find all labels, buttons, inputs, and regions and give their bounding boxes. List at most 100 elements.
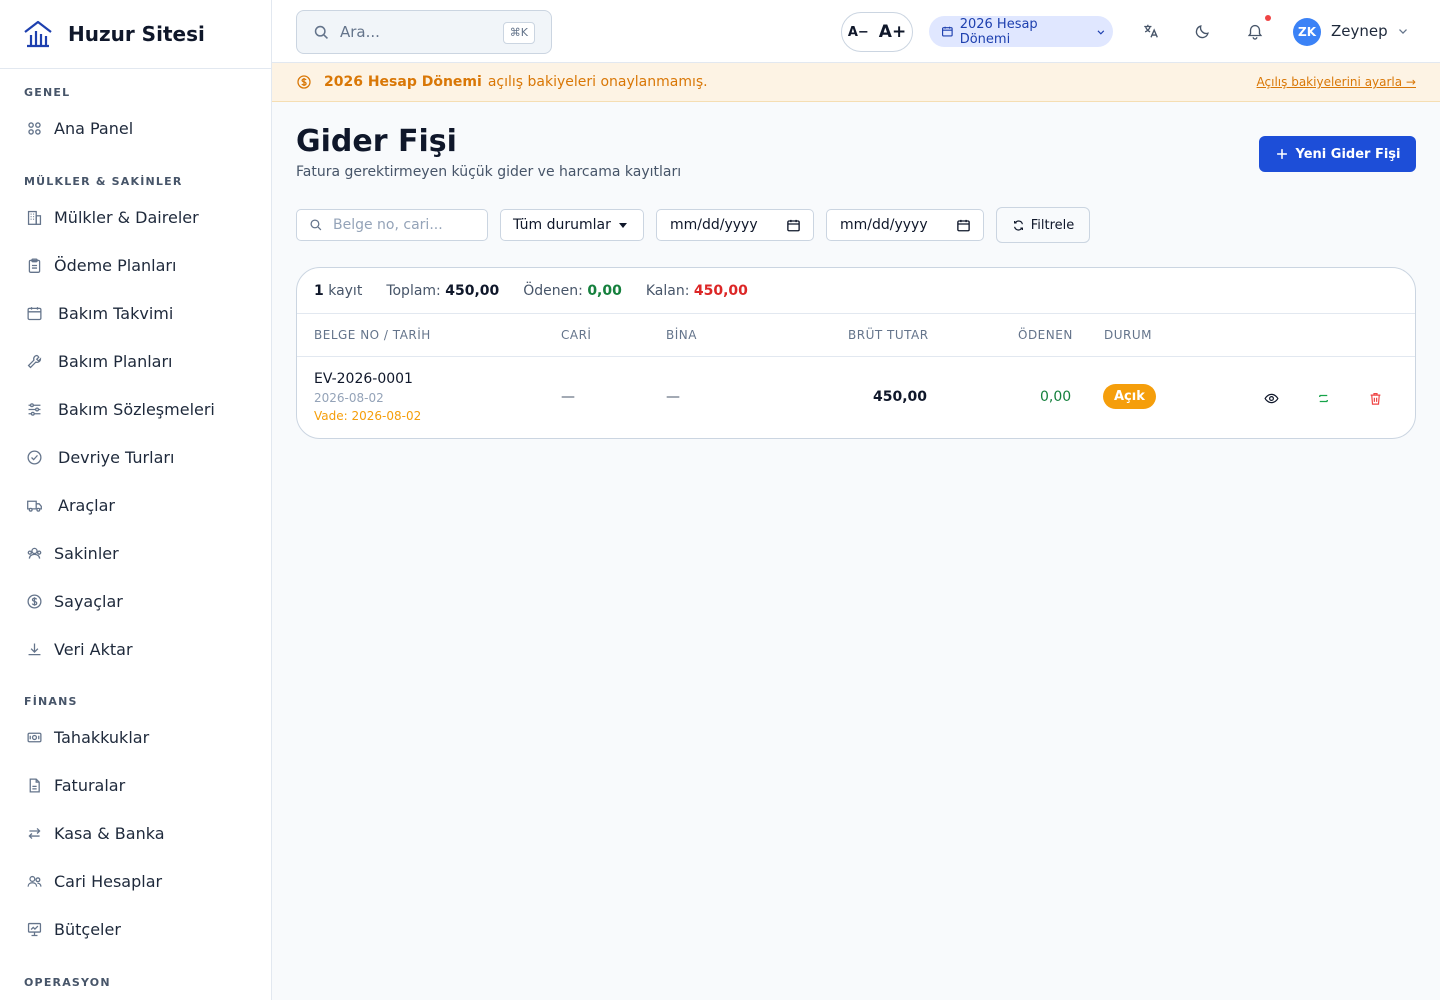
truck-icon bbox=[24, 495, 44, 515]
status-badge-wrap: Açık bbox=[1103, 384, 1156, 409]
summary-bar: 1 kayıt Toplam: 450,00 Ödenen: 0,00 Kala… bbox=[297, 268, 1415, 314]
status-select[interactable]: Tüm durumlar bbox=[500, 209, 644, 241]
sidebar-item-label: Sakinler bbox=[54, 543, 119, 563]
chevron-down-icon[interactable] bbox=[1396, 24, 1410, 38]
sidebar-item-label: Cari Hesaplar bbox=[54, 871, 163, 891]
banknote-icon bbox=[24, 727, 44, 747]
col-brut-tutar[interactable]: BRÜT TUTAR bbox=[848, 328, 929, 342]
arrows-icon bbox=[24, 823, 44, 843]
sidebar-item-butceler[interactable]: Bütçeler bbox=[0, 905, 271, 953]
grid-icon bbox=[24, 118, 44, 138]
date-to-value: mm/dd/yyyy bbox=[840, 217, 928, 233]
sidebar-item-araclar[interactable]: Araçlar bbox=[0, 481, 271, 529]
sidebar-item-bakim-sozlesmeleri[interactable]: Bakım Sözleşmeleri bbox=[0, 385, 271, 433]
trash-icon bbox=[1370, 392, 1380, 405]
sidebar-item-tahakkuklar[interactable]: Tahakkuklar bbox=[0, 713, 271, 761]
sidebar-item-label: Tahakkuklar bbox=[54, 727, 150, 747]
language-button[interactable] bbox=[1140, 20, 1162, 42]
col-cari[interactable]: CARİ bbox=[561, 328, 591, 342]
plus-icon bbox=[1276, 149, 1287, 159]
view-button[interactable] bbox=[1263, 390, 1279, 406]
search-shortcut: ⌘K bbox=[502, 22, 535, 44]
pay-button[interactable] bbox=[1315, 390, 1331, 406]
col-belge-no[interactable]: BELGE NO / TARİH bbox=[314, 328, 431, 342]
cari-value: — bbox=[561, 389, 575, 405]
sidebar-item-faturalar[interactable]: Faturalar bbox=[0, 761, 271, 809]
sidebar-item-mulkler[interactable]: Mülkler & Daireler bbox=[0, 193, 271, 241]
nav-section-finans: FİNANS bbox=[24, 695, 78, 708]
calendar-icon[interactable] bbox=[786, 218, 801, 233]
sidebar-item-bakim-planlari[interactable]: Bakım Planları bbox=[0, 337, 271, 385]
building-logo-icon bbox=[24, 20, 52, 48]
paid-value: 0,00 bbox=[1040, 389, 1072, 405]
dollar-circle-icon bbox=[24, 591, 44, 611]
calendar-icon[interactable] bbox=[956, 218, 971, 233]
notifications-button[interactable] bbox=[1244, 20, 1266, 42]
filter-button[interactable]: Filtrele bbox=[996, 207, 1090, 243]
brand[interactable]: Huzur Sitesi bbox=[0, 0, 271, 69]
filter-search-input[interactable]: Belge no, cari... bbox=[296, 209, 488, 241]
moon-icon bbox=[1195, 25, 1209, 39]
search-placeholder: Ara... bbox=[340, 23, 380, 41]
doc-number[interactable]: EV-2026-0001 bbox=[314, 371, 413, 387]
font-increase-button[interactable]: A+ bbox=[879, 22, 906, 42]
sidebar-item-label: Devriye Turları bbox=[58, 447, 175, 467]
global-search-input[interactable]: Ara... ⌘K bbox=[296, 10, 552, 54]
clipboard-icon bbox=[24, 255, 44, 275]
status-badge: Açık bbox=[1103, 384, 1156, 409]
sidebar-item-sayaclar[interactable]: Sayaçlar bbox=[0, 577, 271, 625]
period-selector[interactable]: 2026 Hesap Dönemi bbox=[929, 16, 1113, 47]
due-date: Vade: 2026-08-02 bbox=[314, 409, 422, 423]
date-from-input[interactable]: mm/dd/yyyy bbox=[656, 209, 814, 241]
sidebar-item-label: Sayaçlar bbox=[54, 591, 123, 611]
calendar-icon bbox=[942, 26, 953, 37]
sidebar-item-label: Kasa & Banka bbox=[54, 823, 165, 843]
page-title: Gider Fişi bbox=[296, 124, 457, 159]
caret-down-icon bbox=[618, 222, 627, 228]
user-name[interactable]: Zeynep bbox=[1331, 22, 1388, 40]
record-count: 1 kayıt bbox=[314, 282, 363, 299]
sidebar-item-label: Ödeme Planları bbox=[54, 255, 177, 275]
sidebar-item-cari-hesaplar[interactable]: Cari Hesaplar bbox=[0, 857, 271, 905]
font-decrease-button[interactable]: A− bbox=[848, 25, 869, 40]
payment-icon bbox=[1318, 394, 1328, 402]
table-row[interactable]: EV-2026-0001 2026-08-02 Vade: 2026-08-02… bbox=[297, 357, 1415, 438]
new-expense-label: Yeni Gider Fişi bbox=[1295, 146, 1401, 162]
filter-button-label: Filtrele bbox=[1030, 217, 1075, 233]
total-amount: Toplam: 450,00 bbox=[386, 282, 500, 299]
banner-link[interactable]: Açılış bakiyelerini ayarla → bbox=[1257, 75, 1416, 89]
sidebar-item-devriye-turlari[interactable]: Devriye Turları bbox=[0, 433, 271, 481]
sidebar-item-odeme-planlari[interactable]: Ödeme Planları bbox=[0, 241, 271, 289]
gross-amount: 450,00 bbox=[873, 389, 928, 405]
check-circle-icon bbox=[24, 447, 44, 467]
delete-button[interactable] bbox=[1367, 390, 1383, 406]
sidebar-item-kasa-banka[interactable]: Kasa & Banka bbox=[0, 809, 271, 857]
sidebar: Huzur Sitesi GENEL Ana Panel MÜLKLER & S… bbox=[0, 0, 272, 1000]
sidebar-item-ana-panel[interactable]: Ana Panel bbox=[0, 104, 271, 152]
avatar[interactable]: ZK bbox=[1293, 18, 1321, 46]
col-bina[interactable]: BİNA bbox=[666, 328, 697, 342]
sidebar-item-bakim-takvimi[interactable]: Bakım Takvimi bbox=[0, 289, 271, 337]
nav-section-mulkler: MÜLKLER & SAKİNLER bbox=[24, 175, 183, 188]
dark-mode-button[interactable] bbox=[1192, 20, 1214, 42]
presentation-icon bbox=[24, 919, 44, 939]
col-odenen[interactable]: ÖDENEN bbox=[1018, 328, 1073, 342]
wrench-icon bbox=[24, 351, 44, 371]
calendar-icon bbox=[24, 303, 44, 323]
nav-section-operasyon: OPERASYON bbox=[24, 976, 111, 989]
warning-banner: 2026 Hesap Dönemi açılış bakiyeleri onay… bbox=[272, 63, 1440, 102]
sidebar-item-veri-aktar[interactable]: Veri Aktar bbox=[0, 625, 271, 673]
search-icon bbox=[310, 219, 322, 231]
col-durum[interactable]: DURUM bbox=[1104, 328, 1152, 342]
banner-period: 2026 Hesap Dönemi bbox=[324, 74, 482, 90]
brand-name: Huzur Sitesi bbox=[68, 22, 205, 46]
expense-table-card: 1 kayıt Toplam: 450,00 Ödenen: 0,00 Kala… bbox=[296, 267, 1416, 439]
new-expense-button[interactable]: Yeni Gider Fişi bbox=[1259, 136, 1416, 172]
date-to-input[interactable]: mm/dd/yyyy bbox=[826, 209, 984, 241]
status-select-value: Tüm durumlar bbox=[513, 217, 611, 233]
sidebar-item-sakinler[interactable]: Sakinler bbox=[0, 529, 271, 577]
remaining-amount: Kalan: 450,00 bbox=[645, 282, 748, 299]
file-icon bbox=[24, 775, 44, 795]
notification-dot bbox=[1265, 15, 1271, 21]
filter-search-placeholder: Belge no, cari... bbox=[333, 217, 443, 233]
